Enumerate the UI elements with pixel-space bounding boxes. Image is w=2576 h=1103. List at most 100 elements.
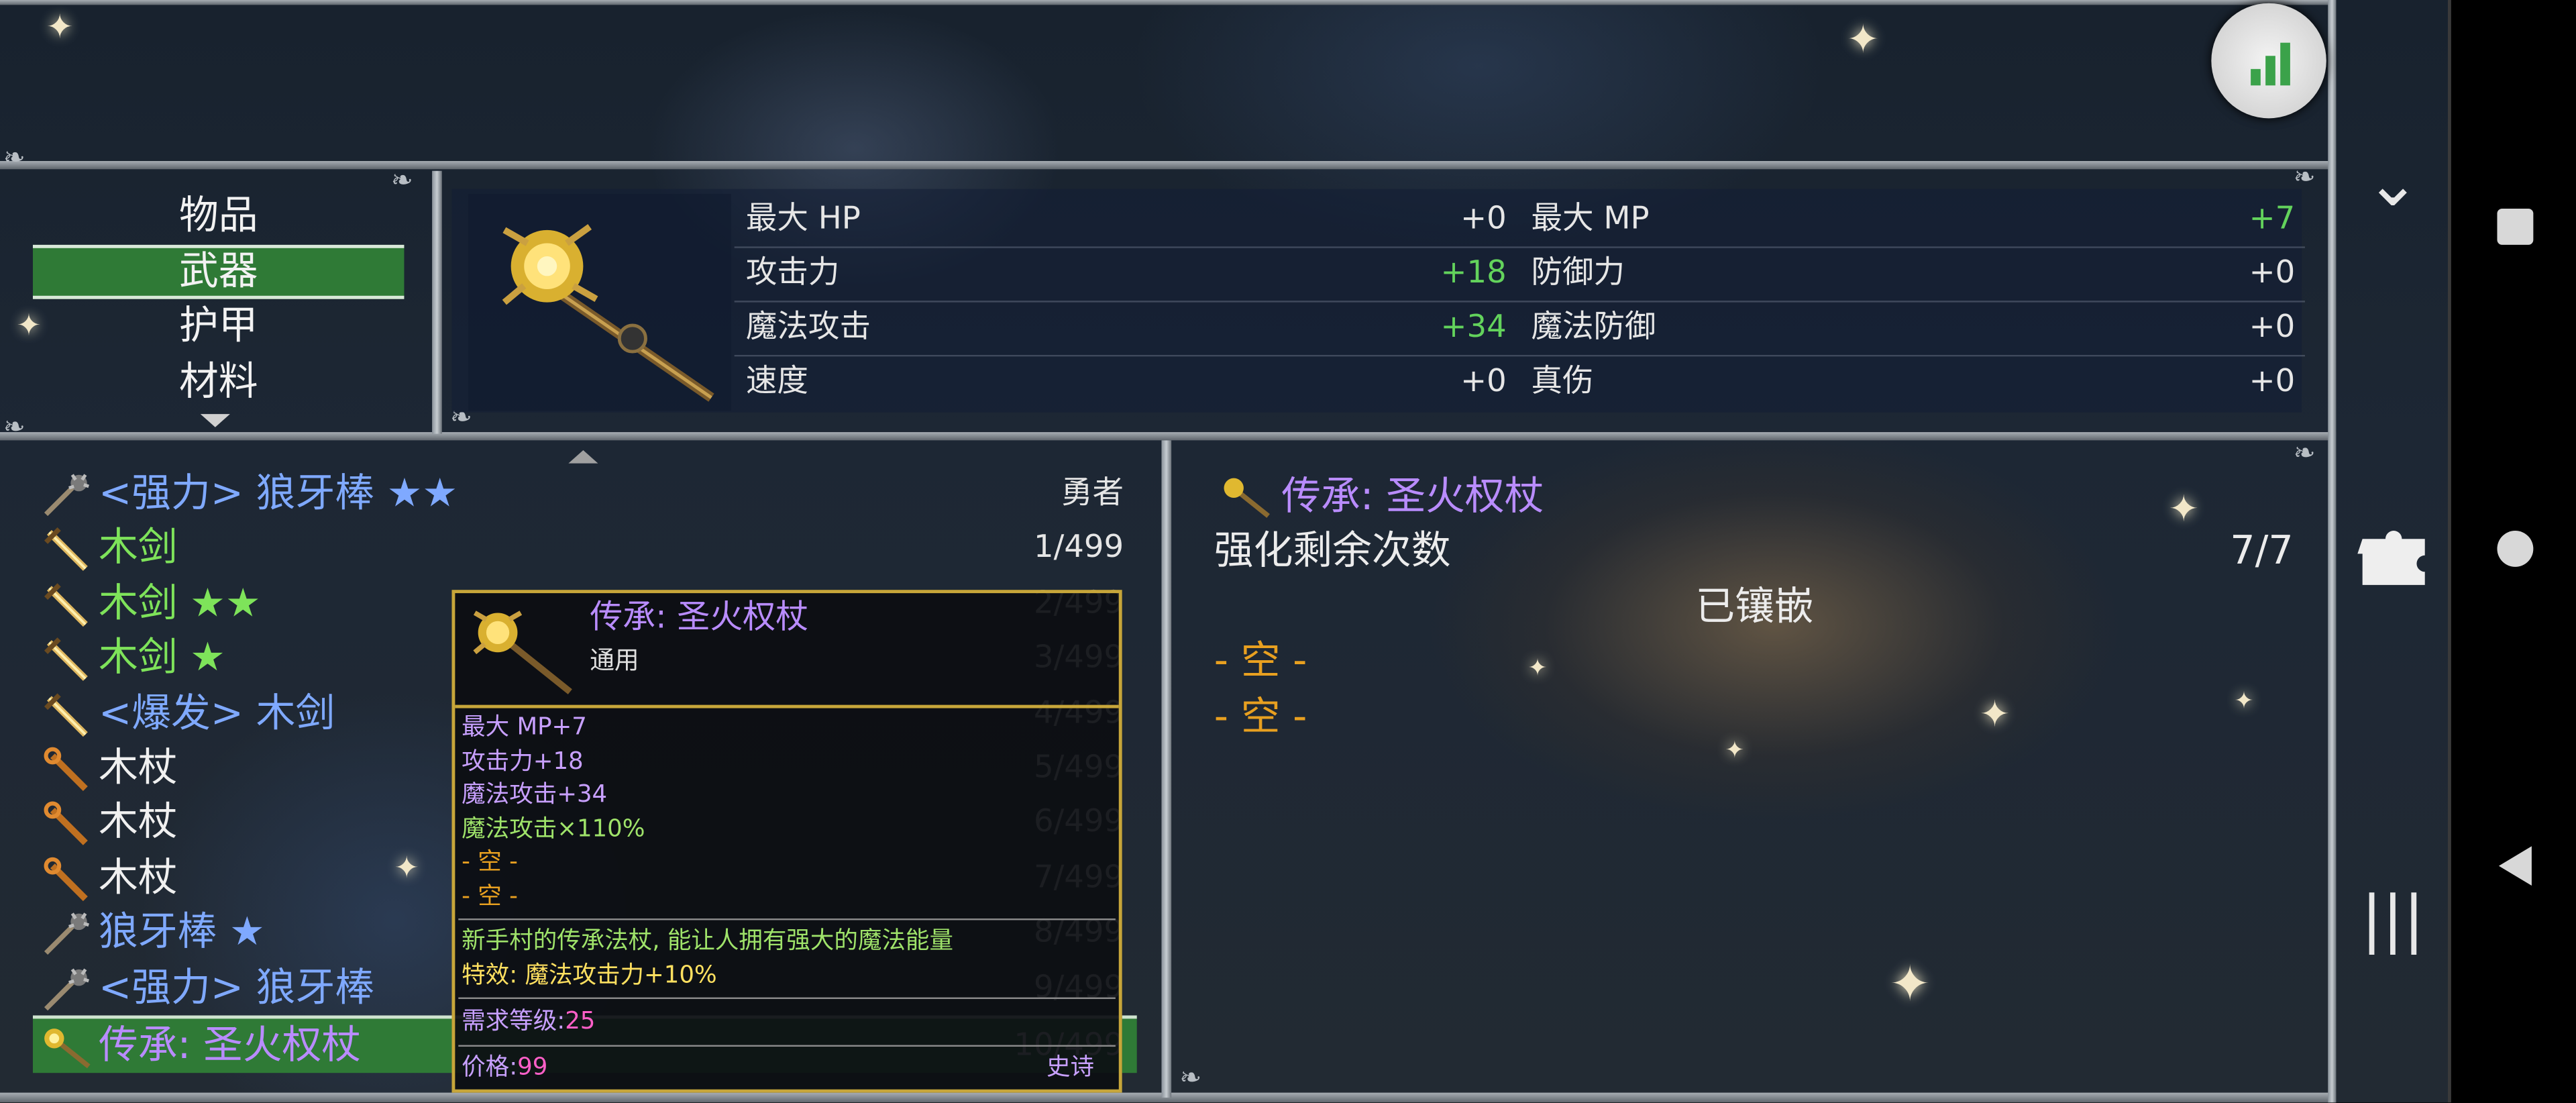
item-name: 木剑 ★★ [98,579,261,626]
home-circle-icon[interactable] [2451,526,2576,582]
ornament-icon: ❧ [3,411,25,442]
staff-icon [40,855,95,902]
item-name: 传承: 圣火权杖 [98,1022,362,1068]
price-value: 99 [517,1055,548,1082]
tooltip-title: 传承: 圣火权杖 [590,596,809,636]
ornament-icon: ❧ [3,141,25,173]
socket-slot[interactable]: - 空 - [1214,633,1307,688]
stat-label: 最大 HP [745,200,861,237]
tooltip-attr: 魔法攻击+34 [462,782,608,808]
tooltip-attr: 攻击力+18 [462,748,584,775]
ornament-icon: ❧ [2293,161,2316,193]
detail-title: 传承: 圣火权杖 [1281,473,1544,519]
frame-vertical [1161,440,1172,1098]
category-item[interactable]: 护甲 [33,299,404,354]
tooltip-separator [458,918,1116,921]
item-name: 木剑 [98,525,178,571]
item-name: <爆发> 木剑 [98,689,335,736]
category-item[interactable]: 物品 [33,189,404,244]
category-menu: 物品 武器 护甲 材料 [32,189,405,409]
square-stop-icon[interactable] [2451,204,2576,260]
scepter-icon [1224,478,1270,518]
stat-row: 速度 +0 真伤 +0 [735,355,2305,409]
star-decoration: ✦ [1889,956,1931,1014]
star-decoration: ✦ [1846,16,1880,63]
stat-label: 最大 MP [1531,200,1650,237]
item-name: <强力> 狼牙棒 [98,963,375,1010]
signal-bars-icon [2251,40,2290,86]
stat-value: +7 [2249,200,2296,237]
tooltip-requirement: 需求等级:25 [462,1006,595,1039]
stat-label: 攻击力 [745,254,840,291]
stat-label: 魔法防御 [1531,309,1656,346]
star-decoration: ✦ [1980,694,2010,737]
sword-icon [40,581,95,627]
item-count: 1/499 [1033,529,1124,566]
refine-value: 7/7 [2230,527,2294,574]
tooltip-slot: - 空 - [462,883,518,910]
inventory-item[interactable]: 木剑 1/499 [33,521,1137,576]
stat-row: 魔法攻击 +34 魔法防御 +0 [734,301,2305,357]
item-name: 木杖 [98,799,178,845]
stat-value: +34 [1440,309,1507,346]
frame-divider [0,432,2337,441]
star-decoration: ✦ [1725,737,1745,764]
stat-row: 攻击力 +18 防御力 +0 [734,246,2305,303]
puzzle-icon[interactable] [2338,519,2448,598]
star-decoration: ✦ [1527,655,1548,682]
scroll-up-arrow-icon[interactable] [568,450,598,464]
tooltip-price: 价格:99 [462,1051,547,1085]
mace-icon [40,910,95,957]
star-decoration: ✦ [46,6,74,46]
requirement-value: 25 [565,1008,596,1035]
stat-label: 防御力 [1531,254,1625,291]
tooltip-separator [458,1045,1116,1047]
tooltip-attr: 魔法攻击×110% [462,815,645,843]
stat-value: +0 [2249,363,2296,400]
chevron-down-icon[interactable]: ⌄ [2338,151,2448,217]
category-item-selected[interactable]: 武器 [32,244,405,299]
item-preview [468,193,731,411]
rarity-label: 史诗 [1046,1055,1095,1082]
scepter-icon [40,1024,95,1070]
inventory-item[interactable]: <强力> 狼牙棒 ★★ 勇者 [33,467,1137,522]
frame-vertical [432,170,442,434]
stat-label: 速度 [745,363,808,400]
sword-icon [40,527,95,573]
stat-value: +0 [1460,363,1507,400]
stat-row: 最大 HP +0 最大 MP +7 [734,193,2305,248]
mace-icon [40,965,95,1012]
network-status-button[interactable] [2211,3,2326,119]
item-name: 木杖 [98,853,178,900]
tooltip-attr: 最大 MP+7 [462,715,587,741]
frame-top [0,0,2337,5]
frame-divider [0,161,2337,170]
item-count: 勇者 [1061,474,1124,511]
stat-value: +0 [1460,200,1507,237]
category-item[interactable]: 材料 [33,354,404,409]
stat-label: 魔法攻击 [745,309,871,346]
stat-value: +0 [2249,309,2296,346]
recent-apps-icon[interactable]: ||| [2338,887,2448,949]
item-name: 木剑 ★ [98,634,225,681]
socket-slot[interactable]: - 空 - [1214,688,1307,744]
refine-label: 强化剩余次数 [1214,527,1451,574]
price-label: 价格: [462,1055,518,1082]
ornament-icon: ❧ [2293,437,2316,468]
requirement-label: 需求等级: [462,1008,566,1035]
scepter-icon [502,223,714,402]
ornament-icon: ❧ [1179,1061,1202,1093]
tooltip-effect: 特效: 魔法攻击力+10% [462,963,717,990]
staff-icon [40,746,95,792]
frame-vertical [2328,0,2337,1103]
star-decoration: ✦ [2234,688,2254,715]
tooltip-subtitle: 通用 [590,645,639,676]
item-name: 狼牙棒 ★ [98,908,265,955]
tooltip-slot: - 空 - [462,849,518,876]
item-tooltip: 传承: 圣火权杖 通用 最大 MP+7 攻击力+18 魔法攻击+34 魔法攻击×… [451,590,1122,1093]
back-triangle-icon[interactable] [2451,841,2576,900]
scroll-down-arrow-icon[interactable] [200,414,230,427]
stat-value: +0 [2249,254,2296,291]
item-name: 木杖 [98,744,178,790]
item-name: <强力> 狼牙棒 ★★ [98,470,458,516]
